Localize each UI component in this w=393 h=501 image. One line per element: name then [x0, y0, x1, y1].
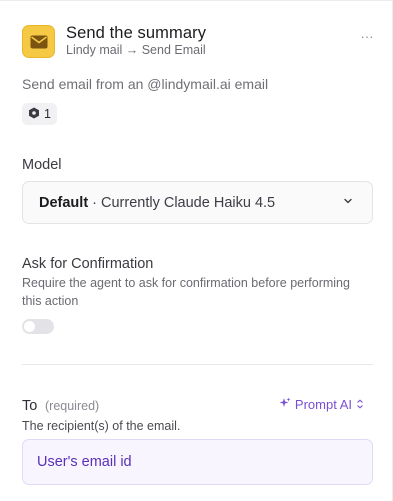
chevron-up-down-icon	[356, 397, 364, 412]
hexagon-icon	[28, 107, 40, 122]
prompt-ai-label: Prompt AI	[294, 397, 352, 412]
model-selected-name: Default	[39, 194, 89, 211]
sparkle-icon	[279, 397, 291, 412]
confirmation-toggle[interactable]	[22, 319, 54, 334]
badge-count: 1	[44, 107, 51, 121]
to-required-tag: (required)	[45, 399, 100, 413]
credits-badge: 1	[22, 103, 57, 125]
toggle-knob	[24, 321, 35, 332]
to-input[interactable]: User's email id	[22, 439, 373, 485]
action-panel: Send the summary Lindy mail → Send Email…	[0, 0, 393, 501]
confirmation-label: Ask for Confirmation	[22, 256, 154, 272]
more-options-button[interactable]: ···	[356, 30, 378, 47]
chevron-down-icon	[342, 195, 354, 211]
section-divider	[22, 364, 373, 365]
prompt-ai-button[interactable]: Prompt AI	[279, 397, 364, 412]
action-description: Send email from an @lindymail.ai email	[22, 76, 269, 92]
to-label: To	[22, 398, 38, 414]
to-help-text: The recipient(s) of the email.	[22, 419, 181, 433]
action-title: Send the summary	[66, 24, 207, 42]
model-label: Model	[22, 157, 62, 173]
envelope-icon	[22, 25, 55, 58]
model-selected-detail: · Currently Claude Haiku 4.5	[92, 194, 276, 211]
model-select[interactable]: Default · Currently Claude Haiku 4.5	[22, 181, 373, 224]
action-header: Send the summary Lindy mail → Send Email…	[22, 23, 378, 59]
confirmation-help: Require the agent to ask for confirmatio…	[22, 276, 350, 308]
action-subtitle: Lindy mail → Send Email	[66, 43, 206, 57]
